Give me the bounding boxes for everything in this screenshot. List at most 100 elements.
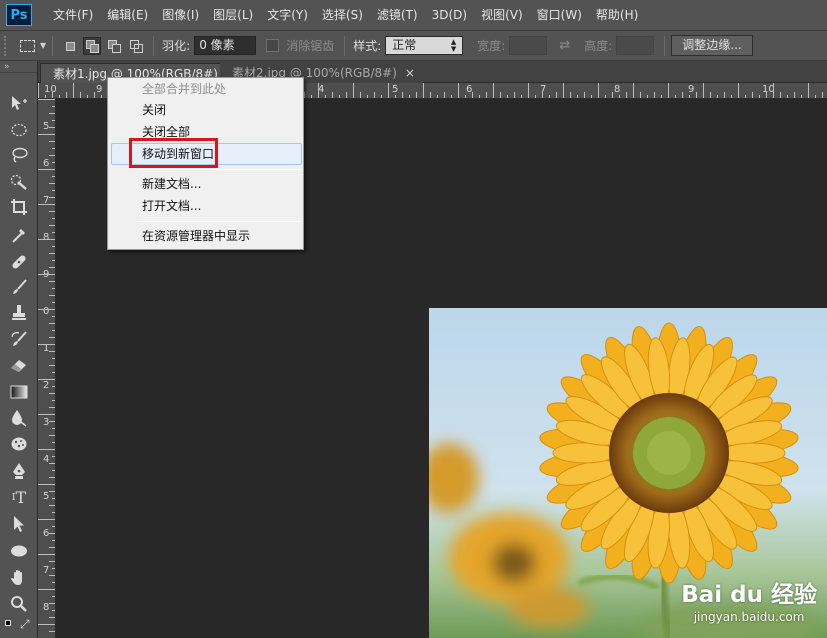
style-select[interactable]: 正常 ▲ ▼ xyxy=(385,36,464,55)
ruler-tick xyxy=(38,204,55,205)
vertical-ruler[interactable]: 56789012345678 xyxy=(38,99,56,638)
swap-arrow-icon[interactable]: ⤢ xyxy=(20,617,30,632)
menu-view[interactable]: 视图(V) xyxy=(474,0,530,30)
ruler-tick xyxy=(535,95,536,98)
intersect-selection-button[interactable] xyxy=(127,37,145,55)
menu-edit[interactable]: 编辑(E) xyxy=(100,0,155,30)
feather-input[interactable]: 0 像素 xyxy=(194,36,257,55)
brush-tool-icon[interactable] xyxy=(8,277,30,297)
ruler-tick xyxy=(430,92,431,98)
hand-tool-icon[interactable] xyxy=(8,568,30,588)
menu-type[interactable]: 文字(Y) xyxy=(260,0,315,30)
ruler-tick xyxy=(66,92,67,98)
ruler-tick xyxy=(52,330,55,331)
ruler-tick xyxy=(815,95,816,98)
ellipse-shape-icon[interactable] xyxy=(8,541,30,561)
menu-image[interactable]: 图像(I) xyxy=(155,0,206,30)
ruler-tick xyxy=(521,95,522,98)
zoom-tool-icon[interactable] xyxy=(8,594,30,614)
ruler-tick xyxy=(52,302,55,303)
ruler-tick xyxy=(409,95,410,98)
ruler-tick xyxy=(654,92,655,98)
close-icon[interactable]: × xyxy=(405,63,415,83)
ruler-tick xyxy=(556,92,557,98)
healing-brush-icon[interactable] xyxy=(8,252,30,272)
menu-bar: Ps 文件(F) 编辑(E) 图像(I) 图层(L) 文字(Y) 选择(S) 滤… xyxy=(0,0,827,30)
elliptical-marquee-icon[interactable] xyxy=(8,120,30,140)
ruler-label: 8 xyxy=(614,84,621,95)
swap-colors-icon[interactable]: ⤢ xyxy=(4,617,34,635)
menu-layer[interactable]: 图层(L) xyxy=(206,0,260,30)
default-colors-icon[interactable] xyxy=(5,620,11,626)
menu-3d[interactable]: 3D(D) xyxy=(425,0,474,30)
width-input[interactable] xyxy=(509,36,548,55)
clone-stamp-icon[interactable] xyxy=(8,303,30,323)
height-label: 高度: xyxy=(584,39,613,53)
add-to-selection-button[interactable] xyxy=(83,36,102,55)
sponge-tool-icon[interactable] xyxy=(8,434,30,454)
ruler-label: 10 xyxy=(44,84,57,95)
ruler-tick xyxy=(49,631,55,632)
ruler-tick xyxy=(49,351,55,352)
crop-tool-icon[interactable] xyxy=(8,197,30,217)
menu-item-new-document[interactable]: 新建文档... xyxy=(142,174,201,194)
ruler-tick xyxy=(49,491,55,492)
ruler-tick xyxy=(500,92,501,98)
path-selection-icon[interactable] xyxy=(8,514,30,534)
menu-item-show-in-explorer[interactable]: 在资源管理器中显示 xyxy=(142,226,250,246)
ruler-tick xyxy=(52,176,55,177)
ruler-tick xyxy=(626,92,627,98)
divider xyxy=(344,35,346,56)
ruler-tick xyxy=(311,95,312,98)
history-brush-icon[interactable] xyxy=(8,329,30,349)
ruler-tick xyxy=(773,83,774,98)
petal xyxy=(552,442,618,464)
ruler-tick xyxy=(38,169,55,170)
blur-tool-icon[interactable] xyxy=(8,408,30,428)
ruler-label: 8 xyxy=(43,232,50,243)
collapse-panel-icon[interactable]: » xyxy=(0,61,37,73)
menu-help[interactable]: 帮助(H) xyxy=(589,0,645,30)
tool-preset-picker[interactable]: ▼ xyxy=(20,39,46,52)
ruler-tick xyxy=(696,92,697,98)
ruler-tick xyxy=(808,83,809,98)
ruler-tick xyxy=(49,533,55,534)
gradient-tool-icon[interactable] xyxy=(8,382,30,402)
swap-arrows-icon[interactable]: ⇄ xyxy=(559,38,570,53)
eyedropper-icon[interactable] xyxy=(8,225,30,245)
quick-selection-icon[interactable] xyxy=(8,172,30,192)
ruler-tick xyxy=(101,95,102,98)
menu-item-close[interactable]: 关闭 xyxy=(142,100,166,120)
ruler-tick xyxy=(752,92,753,98)
pen-tool-icon[interactable] xyxy=(8,461,30,481)
ruler-tick xyxy=(52,372,55,373)
ruler-tick xyxy=(339,95,340,98)
height-input[interactable] xyxy=(616,36,655,55)
ruler-tick xyxy=(731,95,732,98)
menu-window[interactable]: 窗口(W) xyxy=(530,0,589,30)
ruler-tick xyxy=(486,92,487,98)
ruler-tick xyxy=(353,83,354,98)
ruler-tick xyxy=(738,83,739,98)
new-selection-button[interactable] xyxy=(61,37,79,55)
menu-filter[interactable]: 滤镜(T) xyxy=(370,0,425,30)
menu-select[interactable]: 选择(S) xyxy=(315,0,370,30)
type-tool-icon[interactable]: IT xyxy=(8,488,30,508)
ruler-tick xyxy=(605,95,606,98)
subtract-selection-button[interactable] xyxy=(105,37,123,55)
antialias-checkbox[interactable] xyxy=(266,39,280,52)
refine-edge-button[interactable]: 调整边缘... xyxy=(671,35,753,56)
lasso-tool-icon[interactable] xyxy=(8,145,30,165)
move-tool-icon[interactable] xyxy=(8,93,30,113)
eraser-tool-icon[interactable] xyxy=(8,355,30,375)
ruler-tick xyxy=(49,393,55,394)
ruler-tick xyxy=(52,120,55,121)
menu-item-open-document[interactable]: 打开文档... xyxy=(142,196,201,216)
ruler-tick xyxy=(647,95,648,98)
ruler-tick xyxy=(49,463,55,464)
ruler-label: 6 xyxy=(43,158,50,169)
ruler-tick xyxy=(668,83,669,98)
menu-file[interactable]: 文件(F) xyxy=(46,0,100,30)
divider xyxy=(52,35,54,56)
ruler-tick xyxy=(49,435,55,436)
